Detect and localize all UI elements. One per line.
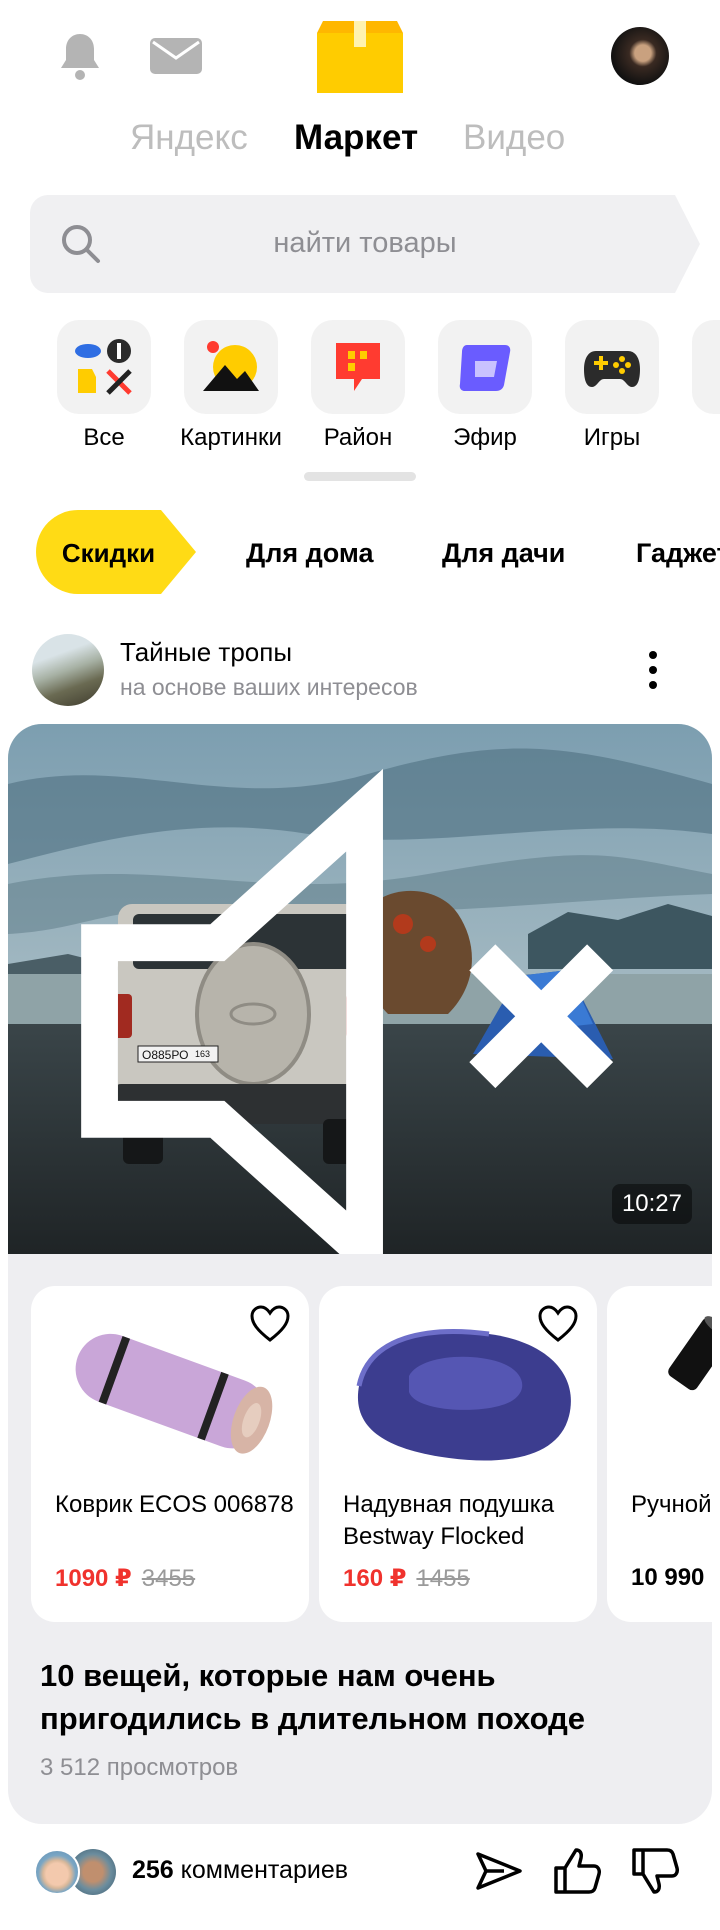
dislike-icon[interactable] — [630, 1846, 680, 1896]
app-district[interactable]: Район — [284, 320, 414, 460]
product-price-row: 160 ₽ 1455 — [343, 1564, 470, 1593]
chip-gadgets[interactable]: Гаджет — [636, 538, 720, 569]
app-tile — [565, 320, 659, 414]
channel-header: Тайные тропы на основе ваших интересов — [0, 632, 720, 710]
video-duration: 10:27 — [611, 1184, 692, 1224]
video-player[interactable]: О885РО 163 10:27 — [8, 724, 712, 1254]
app-all[interactable]: Все — [30, 320, 160, 460]
all-services-icon — [75, 339, 132, 395]
app-more[interactable]: М — [665, 320, 720, 460]
comments-count: 256 — [132, 1856, 174, 1884]
app-tile — [57, 320, 151, 414]
product-old-price: 3455 — [141, 1565, 196, 1592]
mail-icon[interactable] — [150, 38, 202, 74]
service-tabs: Яндекс Маркет Видео — [0, 118, 720, 168]
product-image-flashlight — [668, 1316, 712, 1391]
chip-home[interactable]: Для дома — [246, 538, 374, 569]
service-tab-video[interactable]: Видео — [463, 118, 565, 158]
product-price-row: 10 990 — [631, 1564, 704, 1592]
app-images[interactable]: Картинки — [157, 320, 287, 460]
product-card[interactable]: Надувная подушка Bestway Flocked 160 ₽ 14… — [319, 1286, 597, 1622]
app-tile — [692, 320, 720, 414]
mute-icon[interactable] — [42, 766, 712, 1254]
views-count: 3 512 просмотров — [40, 1754, 239, 1781]
search-input[interactable]: найти товары — [30, 195, 700, 293]
commenter-avatar — [34, 1849, 80, 1895]
efir-icon — [459, 345, 511, 391]
app-tile — [184, 320, 278, 414]
comments-link[interactable]: 256 комментариев — [132, 1856, 348, 1885]
product-old-price: 1455 — [416, 1565, 470, 1592]
product-price: 10 990 — [631, 1564, 705, 1591]
category-chips: Скидки Для дома Для дачи Гаджет — [0, 507, 720, 597]
card-actions: 256 комментариев — [0, 1842, 720, 1902]
app-tile — [311, 320, 405, 414]
channel-name[interactable]: Тайные тропы — [120, 637, 292, 668]
like-icon[interactable] — [552, 1846, 602, 1896]
app-tile — [438, 320, 532, 414]
bell-icon[interactable] — [56, 30, 104, 82]
channel-avatar[interactable] — [32, 634, 104, 706]
search-placeholder: найти товары — [273, 227, 457, 259]
product-carousel: Коврик ECOS 006878 1090 ₽ 3455 Надувная п… — [8, 1286, 712, 1622]
user-avatar[interactable] — [611, 27, 669, 85]
heart-icon[interactable] — [537, 1304, 579, 1344]
app-efir[interactable]: Эфир — [411, 320, 541, 460]
chip-label: Скидки — [61, 538, 156, 568]
product-card[interactable]: Коврик ECOS 006878 1090 ₽ 3455 — [31, 1286, 309, 1622]
product-name: Коврик ECOS 006878 — [55, 1491, 294, 1518]
service-tab-market[interactable]: Маркет — [294, 118, 418, 158]
product-price: 160 ₽ — [343, 1565, 407, 1592]
images-icon — [203, 341, 259, 391]
apps-row: Все Картинки Район Эфир Игры — [0, 320, 720, 460]
drag-handle[interactable] — [304, 472, 416, 481]
comments-label: комментариев — [180, 1856, 349, 1884]
app-games[interactable]: Игры — [538, 320, 668, 460]
service-tab-yandex[interactable]: Яндекс — [130, 118, 248, 158]
heart-icon[interactable] — [249, 1304, 291, 1344]
channel-subtitle: на основе ваших интересов — [120, 674, 418, 700]
gamepad-icon — [584, 351, 640, 387]
product-price-row: 1090 ₽ 3455 — [55, 1564, 195, 1593]
chip-discounts[interactable]: Скидки — [36, 510, 196, 594]
district-icon — [336, 343, 380, 391]
market-logo-icon[interactable] — [317, 21, 403, 93]
share-icon[interactable] — [474, 1846, 524, 1896]
product-card[interactable]: Ручной Xiaomi 10 990 — [607, 1286, 712, 1622]
article-title[interactable]: 10 вещей, которые нам очень пригодились … — [40, 1654, 680, 1740]
more-options-icon[interactable] — [648, 650, 658, 690]
app-label: М — [655, 424, 720, 452]
product-price: 1090 ₽ — [55, 1565, 132, 1592]
product-name: Надувная подушка Bestway Flocked — [343, 1491, 555, 1550]
chip-dacha[interactable]: Для дачи — [442, 538, 565, 569]
top-bar — [0, 0, 720, 110]
feed-card: О885РО 163 10:27 Коврик ECOS 006878 1090… — [8, 724, 712, 1824]
product-name: Ручной Xiaomi — [631, 1491, 712, 1518]
